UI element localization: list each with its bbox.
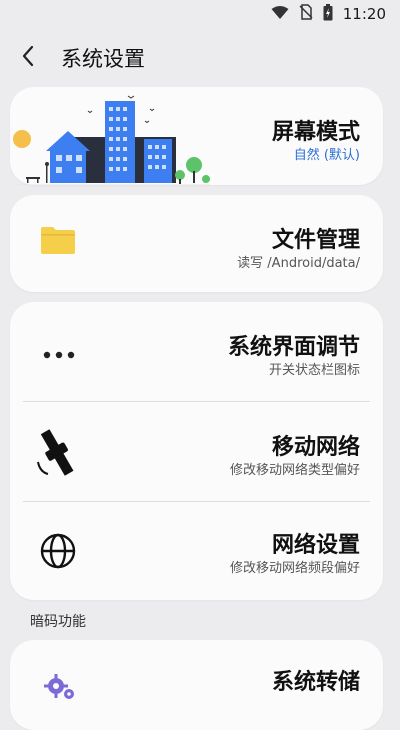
status-bar: 11:20 — [0, 0, 400, 28]
page-title: 系统设置 — [61, 47, 145, 71]
screen-mode-card: 屏幕模式 自然 (默认) — [10, 87, 383, 186]
globe-icon — [40, 533, 76, 573]
system-settings-card: 系统界面调节 开关状态栏图标 移动网络 修改移动网络类型偏好 网络设置 修改移动… — [10, 302, 383, 600]
back-button[interactable] — [16, 45, 40, 71]
gears-icon — [44, 672, 76, 704]
network-settings-title: 网络设置 — [271, 533, 360, 558]
system-ui-subtitle: 开关状态栏图标 — [268, 363, 360, 378]
status-icons: 11:20 — [271, 3, 386, 25]
chevron-left-icon — [21, 45, 35, 71]
folder-icon — [40, 225, 76, 259]
section-label: 暗码功能 — [30, 614, 86, 630]
no-sim-icon — [299, 4, 313, 24]
mobile-network-title: 移动网络 — [271, 435, 360, 460]
file-management-subtitle: 读写 /Android/data/ — [237, 256, 360, 271]
wifi-icon — [271, 5, 289, 24]
system-ui-row[interactable]: 系统界面调节 开关状态栏图标 — [10, 302, 383, 401]
file-management-row[interactable]: 文件管理 读写 /Android/data/ — [10, 195, 383, 292]
app-header: 系统设置 — [0, 36, 400, 80]
mobile-network-row[interactable]: 移动网络 修改移动网络类型偏好 — [10, 402, 383, 501]
status-time: 11:20 — [342, 5, 386, 23]
more-dots-icon — [43, 345, 75, 364]
system-ui-title: 系统界面调节 — [227, 335, 360, 360]
network-settings-subtitle: 修改移动网络频段偏好 — [229, 561, 360, 576]
file-management-title: 文件管理 — [271, 228, 360, 253]
city-illustration-icon — [10, 91, 210, 189]
system-dump-row[interactable]: 系统转储 — [10, 640, 383, 730]
screen-mode-subtitle: 自然 (默认) — [293, 148, 360, 163]
screen-mode-row[interactable]: 屏幕模式 自然 (默认) — [10, 87, 383, 186]
battery-charging-icon — [323, 3, 333, 25]
network-settings-row[interactable]: 网络设置 修改移动网络频段偏好 — [10, 502, 383, 600]
mobile-network-subtitle: 修改移动网络类型偏好 — [229, 463, 360, 478]
screen-mode-title: 屏幕模式 — [271, 120, 360, 145]
system-dump-title: 系统转储 — [271, 670, 360, 695]
secret-code-card: 系统转储 — [10, 640, 383, 730]
file-management-card: 文件管理 读写 /Android/data/ — [10, 195, 383, 292]
satellite-icon — [34, 424, 82, 484]
